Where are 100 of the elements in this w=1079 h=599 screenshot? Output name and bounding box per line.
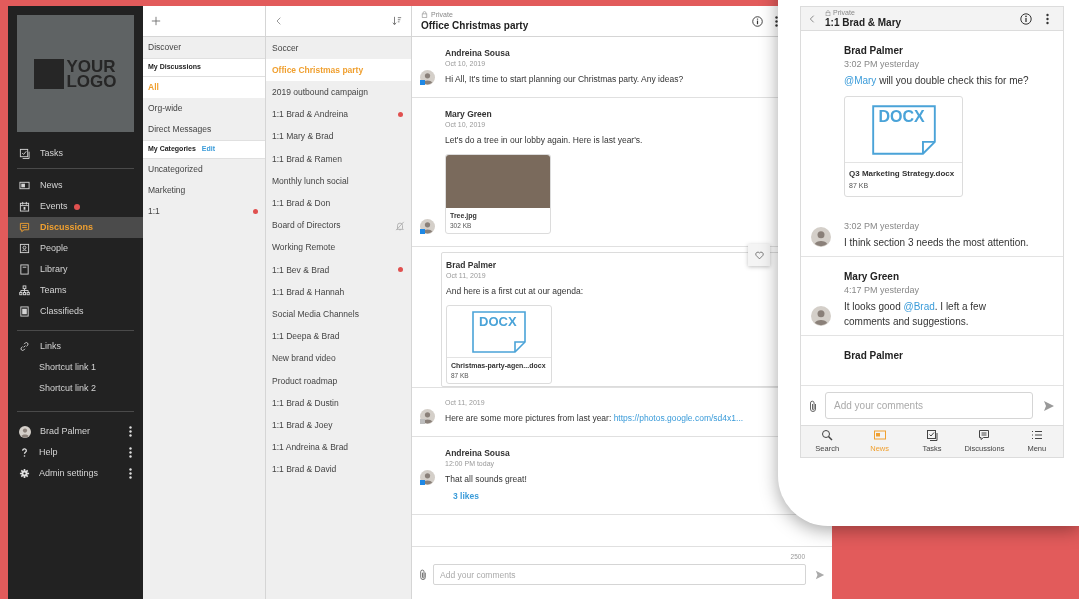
shortcut-link[interactable]: Shortcut link 2 xyxy=(39,381,97,396)
message-text: Let's do a tree in our lobby again. Here is last year's. xyxy=(445,134,643,146)
message-text: That all sounds great! xyxy=(445,473,527,485)
back-chevron-icon[interactable] xyxy=(275,17,283,25)
message-text: Hi All, It's time to start planning our Christmas party. Any ideas? xyxy=(445,73,684,85)
paperclip-icon[interactable] xyxy=(419,569,427,580)
discussion-item[interactable]: Soccer xyxy=(266,37,411,60)
book-icon xyxy=(19,264,30,275)
info-icon[interactable] xyxy=(752,15,763,27)
search-icon xyxy=(821,428,834,441)
checkbox-icon xyxy=(926,428,938,441)
nav-item[interactable]: Library xyxy=(8,259,143,280)
document-icon xyxy=(871,104,936,155)
discussion-title: Office Christmas party xyxy=(421,19,529,32)
message-text: @Mary will you double check this for me? xyxy=(844,74,1030,88)
nav-item[interactable]: Tasks xyxy=(8,143,143,164)
author-name: Brad Palmer xyxy=(446,259,498,271)
document-icon xyxy=(472,310,526,353)
settings-icon xyxy=(19,468,30,479)
file-type-label: DOCX xyxy=(878,108,925,125)
discussion-item[interactable]: 1:1 Brad & Dustin xyxy=(266,392,411,415)
newspaper-icon xyxy=(873,428,886,441)
category-item[interactable]: Direct Messages xyxy=(143,119,265,140)
author-name: Andreina Sousa xyxy=(445,447,511,459)
more-icon[interactable] xyxy=(775,15,778,27)
discussion-item[interactable]: Board of Directors xyxy=(266,214,411,237)
chat-bubble-icon xyxy=(19,222,30,233)
category-item[interactable]: Marketing xyxy=(143,180,265,201)
footer-item[interactable]: Admin settings xyxy=(19,466,129,481)
discussion-item[interactable]: 1:1 Andreina & Brad xyxy=(266,436,411,459)
logo-text: YOUR LOGO xyxy=(66,58,117,89)
logo-square-icon xyxy=(34,58,65,89)
more-icon[interactable] xyxy=(1046,12,1049,25)
author-name: Mary Green xyxy=(445,108,493,120)
category-item[interactable]: Uncategorized xyxy=(143,159,265,180)
menu-icon xyxy=(1030,428,1043,441)
document-icon xyxy=(19,306,30,317)
message-text: Here are some more pictures from last year: https://photos.google.com/sd4x1... xyxy=(445,412,744,424)
discussion-item[interactable]: Working Remote xyxy=(266,236,411,259)
paperclip-icon[interactable] xyxy=(809,399,817,412)
nav-item[interactable]: People xyxy=(8,238,143,259)
category-item[interactable]: Discover xyxy=(143,37,265,58)
discussion-item[interactable]: 1:1 Brad & Ramen xyxy=(266,147,411,171)
more-icon[interactable] xyxy=(129,447,132,458)
category-item[interactable]: Org-wide xyxy=(143,98,265,119)
lock-icon xyxy=(421,11,428,18)
discussion-title: 1:1 Brad & Mary xyxy=(825,16,903,29)
discussion-item[interactable]: Social Media Channels xyxy=(266,303,411,326)
discussion-item[interactable]: 1:1 Brad & Andreina xyxy=(266,103,411,126)
nav-item[interactable]: Events xyxy=(8,196,143,217)
author-name: Brad Palmer xyxy=(844,44,904,58)
chat-bubble-icon xyxy=(978,428,991,441)
comment-input[interactable]: Add your comments xyxy=(825,392,1033,419)
sort-icon[interactable] xyxy=(392,16,402,26)
shortcut-link[interactable]: Shortcut link 1 xyxy=(39,360,97,375)
author-name: Andreina Sousa xyxy=(445,47,511,59)
discussion-item[interactable]: New brand video xyxy=(266,347,411,370)
discussion-item[interactable]: 1:1 Bev & Brad xyxy=(266,258,411,282)
org-chart-icon xyxy=(19,285,30,296)
author-name: Brad Palmer xyxy=(844,349,904,363)
info-icon[interactable] xyxy=(1020,12,1032,25)
message-text: It looks good @Brad. I left a few comments and suggestions. xyxy=(844,300,987,329)
footer-item[interactable]: Brad Palmer xyxy=(19,424,129,439)
help-icon xyxy=(19,447,30,458)
file-type-label: DOCX xyxy=(479,314,517,328)
discussion-item[interactable]: 2019 outbound campaign xyxy=(266,81,411,104)
message-time: 3:02 PM yesterday xyxy=(844,58,921,71)
message-text: I think section 3 needs the most attention. xyxy=(844,236,1030,250)
more-icon[interactable] xyxy=(129,468,132,479)
author-name: Mary Green xyxy=(844,270,901,284)
message-time: 3:02 PM yesterday xyxy=(844,220,921,233)
checkbox-icon xyxy=(19,148,30,159)
discussion-item[interactable]: 1:1 Brad & Joey xyxy=(266,414,411,437)
discussion-item[interactable]: 1:1 Brad & Don xyxy=(266,192,411,215)
add-icon[interactable] xyxy=(151,16,161,26)
more-icon[interactable] xyxy=(129,426,132,437)
category-item[interactable]: 1:1 xyxy=(143,201,265,222)
discussion-item[interactable]: Product roadmap xyxy=(266,369,411,392)
discussion-item[interactable]: 1:1 Mary & Brad xyxy=(266,125,411,148)
nav-item[interactable]: Teams xyxy=(8,280,143,301)
nav-item[interactable]: Discussions xyxy=(8,217,143,238)
message-text: And here is a first cut at our agenda: xyxy=(446,285,585,297)
nav-item[interactable]: Classifieds xyxy=(8,301,143,322)
comment-input[interactable]: Add your comments xyxy=(433,564,806,585)
send-icon[interactable] xyxy=(1043,399,1055,412)
person-card-icon xyxy=(19,243,30,254)
avatar-icon xyxy=(19,425,31,438)
chain-link-icon xyxy=(19,341,30,352)
message-time: 4:17 PM yesterday xyxy=(844,284,921,297)
newspaper-icon xyxy=(19,180,30,191)
discussion-item[interactable]: Monthly lunch social xyxy=(266,170,411,193)
discussion-item[interactable]: 1:1 Deepa & Brad xyxy=(266,325,411,348)
discussion-item[interactable]: 1:1 Brad & David xyxy=(266,458,411,481)
footer-item[interactable]: Help xyxy=(19,445,129,460)
calendar-icon xyxy=(19,201,30,212)
file-name: Q3 Marketing Strategy.docx xyxy=(849,168,956,180)
links-heading[interactable]: Links xyxy=(8,336,143,357)
heart-icon xyxy=(754,250,764,260)
discussion-item[interactable]: 1:1 Brad & Hannah xyxy=(266,281,411,304)
nav-item[interactable]: News xyxy=(8,175,143,196)
